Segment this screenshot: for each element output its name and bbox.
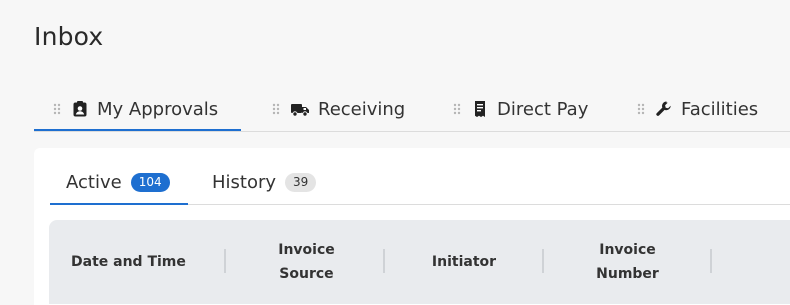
column-header-date-time[interactable]: Date and Time: [71, 220, 221, 304]
tab-label: My Approvals: [97, 98, 219, 120]
drag-handle-icon[interactable]: [453, 103, 461, 115]
tab-facilities[interactable]: Facilities: [609, 88, 789, 130]
tab-label: Facilities: [681, 98, 759, 120]
count-badge: 104: [130, 172, 170, 192]
column-resize-handle[interactable]: [710, 249, 712, 273]
sub-tab-bar: Active 104 History 39: [50, 160, 790, 205]
column-header-invoice-source[interactable]: Invoice Source: [229, 220, 384, 304]
inbox-card: Active 104 History 39 Date and Time Invo…: [34, 148, 790, 305]
clipboard-user-icon: [71, 100, 89, 118]
column-header-invoice-number[interactable]: Invoice Number: [545, 220, 710, 304]
tab-active[interactable]: Active 104: [50, 160, 188, 205]
tab-label: Active: [66, 171, 122, 193]
column-header-initiator[interactable]: Initiator: [385, 220, 543, 304]
tab-label: Receiving: [318, 98, 406, 120]
count-badge: 39: [285, 172, 317, 192]
column-resize-handle[interactable]: [224, 249, 226, 273]
tab-direct-pay[interactable]: Direct Pay: [423, 88, 609, 130]
column-resize-handle[interactable]: [542, 249, 544, 273]
table-header: Date and Time Invoice Source Initiator In…: [49, 220, 790, 304]
drag-handle-icon[interactable]: [272, 103, 280, 115]
receipt-icon: [471, 100, 489, 118]
page-title: Inbox: [34, 22, 104, 51]
tab-history[interactable]: History 39: [188, 160, 338, 204]
truck-icon: [290, 100, 310, 118]
tab-label: History: [212, 171, 277, 193]
wrench-icon: [655, 100, 673, 118]
top-tab-bar: My Approvals Receiving Direct Pay Facili…: [34, 88, 790, 132]
tab-my-approvals[interactable]: My Approvals: [34, 88, 241, 131]
tab-receiving[interactable]: Receiving: [241, 88, 423, 130]
drag-handle-icon[interactable]: [637, 103, 645, 115]
tab-label: Direct Pay: [497, 98, 589, 120]
drag-handle-icon[interactable]: [53, 103, 61, 115]
